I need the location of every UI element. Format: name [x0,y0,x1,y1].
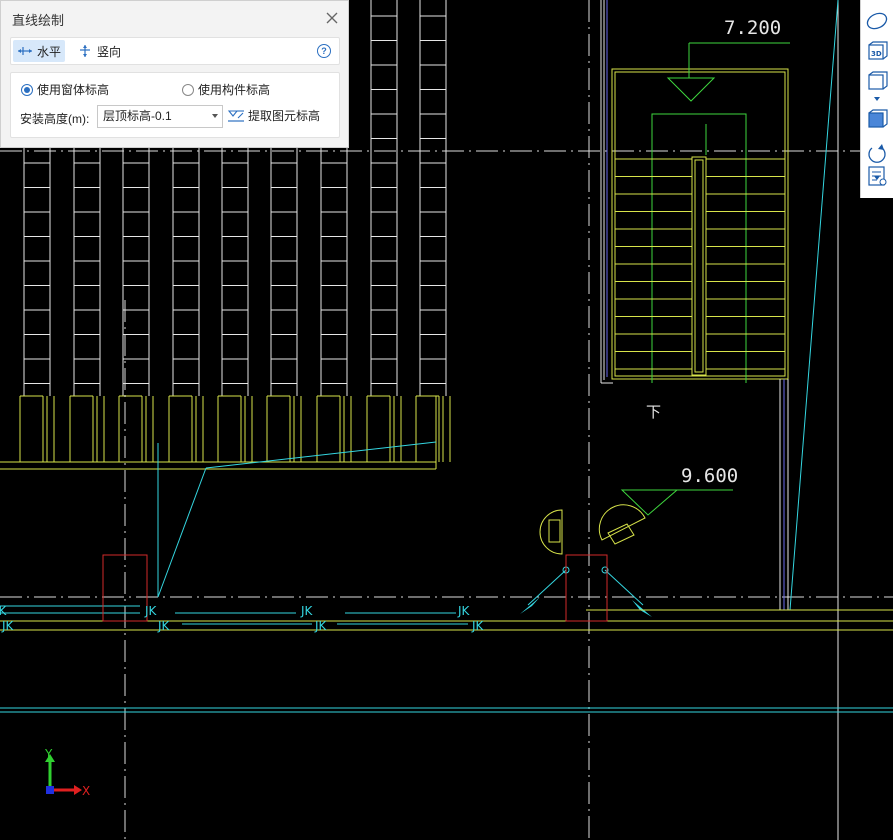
install-height-value: 层顶标高-0.1 [103,109,172,123]
jk-label: JK [0,604,8,618]
chevron-down-icon[interactable] [874,97,880,101]
ucs-axis-indicator: Y X [44,747,90,798]
perspective-view-icon[interactable] [865,10,889,32]
3d-view-icon[interactable]: 3D [865,40,889,62]
extract-elevation-button[interactable]: 提取图元标高 [227,107,320,124]
direction-toolbar: 水平 竖向 ? [10,37,340,65]
jk-label: JK [471,619,485,633]
elevation-label-top: 7.200 [724,17,781,39]
extract-elevation-label: 提取图元标高 [248,109,321,123]
dialog-title: 直线绘制 [12,13,65,28]
radio-selected-icon [21,83,33,96]
stairwell [611,42,790,383]
stair-down-label: 下 [646,403,661,421]
elevation-label-mid: 9.600 [681,465,738,487]
cube-blue-view-icon[interactable] [865,108,889,130]
elevation-marker-9600 [620,489,733,516]
jk-label: JK [157,619,171,633]
vertical-mode-label: 竖向 [97,44,122,59]
use-window-elevation-label: 使用窗体标高 [37,83,110,97]
jk-label: JK [1,619,15,633]
chevron-down-icon [212,114,218,118]
jk-label: JK [300,604,314,618]
radio-unselected-icon [182,83,194,96]
horizontal-line-icon [18,47,32,55]
install-height-select[interactable]: 层顶标高-0.1 [97,105,223,128]
use-window-elevation-radio[interactable]: 使用窗体标高 [21,81,109,98]
cyan-wiring [0,441,893,713]
line-draw-dialog: 直线绘制 水平 竖向 ? 使用窗体标高 使用构件标高 安装高度(m): 层顶标高… [0,0,349,148]
install-height-label: 安装高度(m): [20,112,90,126]
cyan-arrowheads [520,597,652,617]
elevation-options-panel: 使用窗体标高 使用构件标高 安装高度(m): 层顶标高-0.1 提取图元标高 [10,72,340,138]
cube-view-icon[interactable] [865,70,889,92]
help-icon[interactable]: ? [317,44,331,58]
wall-lines [600,0,839,840]
jk-labels: JK JK JK JK JK JK JK JK [0,604,485,633]
horizontal-mode-button[interactable]: 水平 [13,40,66,62]
jk-label: JK [457,604,471,618]
view-toolbar: 3D [860,0,893,198]
jk-label: JK [314,619,328,633]
red-boxes [102,554,608,622]
use-component-elevation-label: 使用构件标高 [198,83,271,97]
axis-x-label: X [82,784,90,798]
vertical-line-icon [80,45,90,57]
jk-label: JK [144,604,158,618]
use-component-elevation-radio[interactable]: 使用构件标高 [182,81,270,98]
axis-y-label: Y [44,747,53,761]
horizontal-mode-label: 水平 [37,44,62,59]
3d-label: 3D [871,50,882,58]
rotate-icon[interactable] [865,142,889,164]
extract-elevation-icon [227,109,244,122]
display-settings-icon[interactable] [865,165,889,187]
vertical-mode-button[interactable]: 竖向 [73,40,125,62]
light-fixtures [539,504,646,555]
close-icon[interactable] [325,11,339,25]
